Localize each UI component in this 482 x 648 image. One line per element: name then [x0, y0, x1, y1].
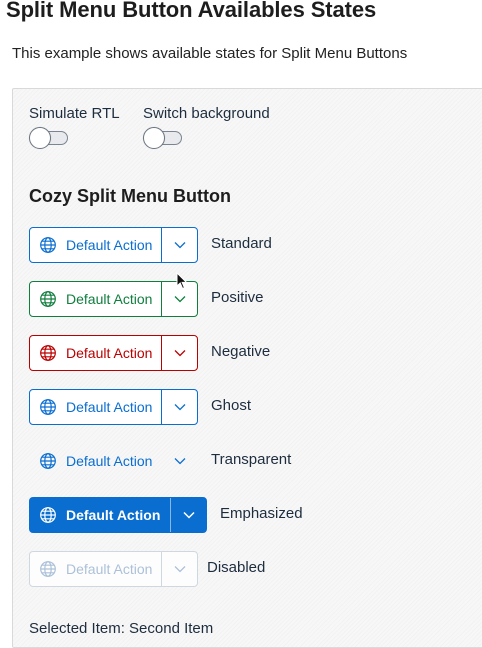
globe-icon: [40, 399, 56, 415]
rtl-switch-knob: [29, 127, 51, 149]
chevron-down-icon: [174, 404, 186, 411]
globe-icon: [40, 345, 56, 361]
state-label: Ghost: [211, 397, 252, 414]
page-title: Split Menu Button Availables States: [6, 0, 377, 22]
globe-icon: [40, 453, 56, 469]
split-button-ghost: Default Action: [29, 389, 198, 425]
background-switch[interactable]: [143, 127, 183, 149]
state-label: Standard: [211, 235, 272, 252]
mouse-cursor-icon: [176, 272, 188, 290]
default-action-button[interactable]: Default Action: [30, 282, 163, 316]
split-button-standard: Default Action: [29, 227, 198, 263]
default-action-button[interactable]: Default Action: [30, 444, 162, 478]
state-label: Positive: [211, 289, 264, 306]
globe-icon: [40, 507, 56, 523]
section-title: Cozy Split Menu Button: [29, 186, 231, 206]
default-action-label: Default Action: [66, 291, 153, 307]
chevron-down-icon: [174, 296, 186, 303]
default-action-label: Default Action: [66, 561, 153, 577]
state-label: Transparent: [211, 451, 292, 468]
chevron-down-icon: [174, 566, 186, 573]
selected-item-text: Selected Item: Second Item: [29, 620, 214, 637]
rtl-switch-group: Simulate RTL: [29, 105, 120, 149]
menu-arrow-button[interactable]: [162, 336, 197, 370]
default-action-label: Default Action: [66, 507, 161, 523]
state-label: Negative: [211, 343, 271, 360]
example-panel: Simulate RTL Switch background Cozy Spli…: [12, 88, 482, 648]
default-action-label: Default Action: [66, 237, 153, 253]
split-button-transparent: Default Action: [29, 443, 198, 479]
chevron-down-icon: [174, 458, 186, 465]
default-action-button[interactable]: Default Action: [30, 390, 163, 424]
rtl-switch[interactable]: [29, 127, 69, 149]
globe-icon: [40, 291, 56, 307]
menu-arrow-button[interactable]: [162, 444, 197, 478]
background-switch-label: Switch background: [143, 105, 270, 122]
page-description: This example shows available states for …: [12, 45, 408, 62]
menu-arrow-button[interactable]: [162, 228, 197, 262]
default-action-label: Default Action: [66, 399, 153, 415]
rtl-switch-label: Simulate RTL: [29, 105, 120, 122]
background-switch-knob: [143, 127, 165, 149]
default-action-label: Default Action: [66, 345, 153, 361]
chevron-down-icon: [183, 511, 195, 519]
split-button-disabled: Default Action: [29, 551, 198, 587]
default-action-label: Default Action: [66, 453, 153, 469]
background-switch-group: Switch background: [143, 105, 270, 149]
split-button-negative: Default Action: [29, 335, 198, 371]
menu-arrow-button[interactable]: [162, 390, 197, 424]
state-label: Disabled: [207, 559, 266, 576]
split-button-emphasized: Default Action: [29, 497, 207, 533]
split-button-positive: Default Action: [29, 281, 198, 317]
default-action-button: Default Action: [30, 552, 163, 586]
chevron-down-icon: [174, 242, 186, 249]
state-label: Emphasized: [220, 505, 303, 522]
globe-icon: [40, 237, 56, 253]
globe-icon: [40, 561, 56, 577]
default-action-button[interactable]: Default Action: [30, 336, 163, 370]
chevron-down-icon: [174, 350, 186, 357]
menu-arrow-button[interactable]: [171, 498, 206, 532]
menu-arrow-button: [162, 552, 197, 586]
default-action-button[interactable]: Default Action: [30, 228, 163, 262]
default-action-button[interactable]: Default Action: [30, 498, 172, 532]
